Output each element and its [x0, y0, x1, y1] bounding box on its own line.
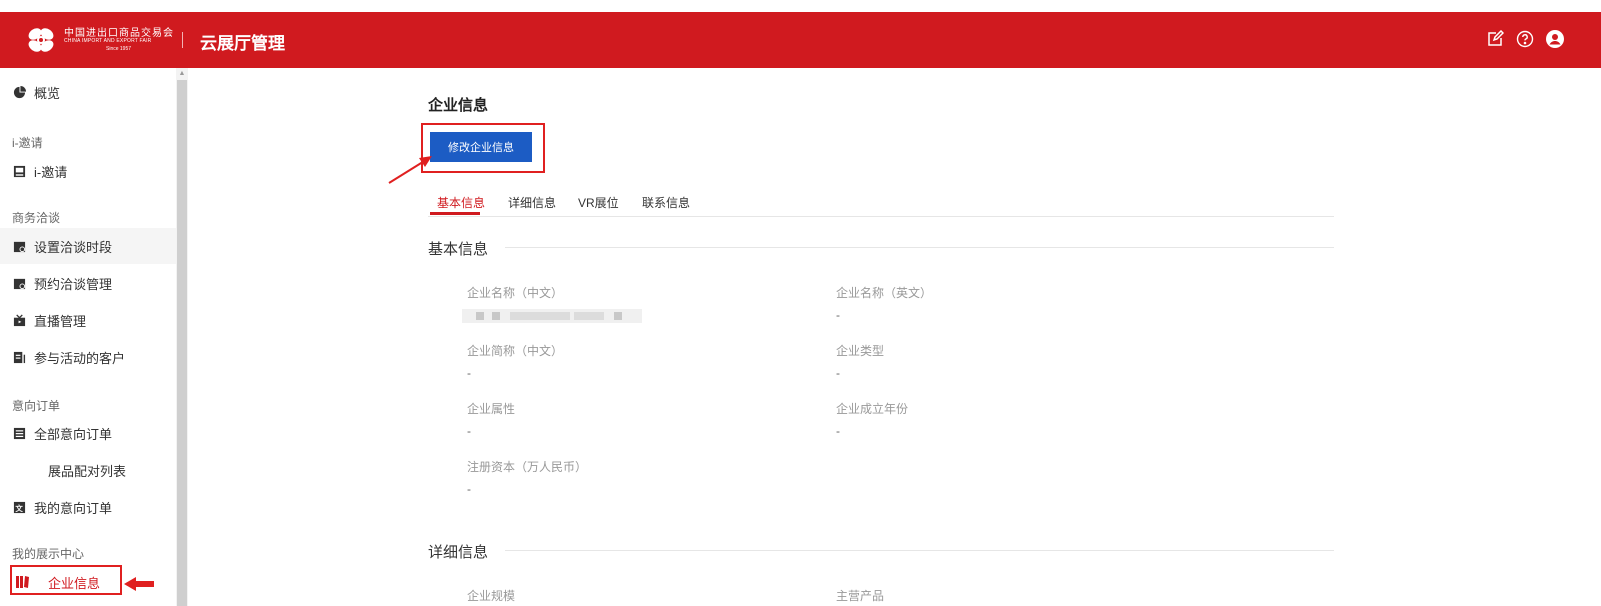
sidebar-item-my-orders[interactable]: 文 我的意向订单 — [0, 489, 176, 525]
active-tab-indicator — [430, 212, 480, 215]
sidebar-item-product-matching[interactable]: 展品配对列表 — [0, 452, 176, 488]
my-order-icon: 文 — [12, 500, 26, 514]
field-label-founded: 企业成立年份 — [836, 402, 909, 416]
user-icon[interactable] — [1544, 28, 1566, 50]
field-label-scale: 企业规模 — [467, 589, 516, 603]
logo-text-en: CHINA IMPORT AND EXPORT FAIR — [64, 38, 152, 44]
sidebar-item-all-orders[interactable]: 全部意向订单 — [0, 415, 176, 451]
tab-basic-info[interactable]: 基本信息 — [437, 194, 485, 211]
group-label-negotiation: 商务洽谈 — [12, 211, 61, 225]
svg-text:文: 文 — [15, 502, 23, 512]
canton-fair-logo-icon[interactable] — [24, 23, 58, 57]
sidebar-item-label: 全部意向订单 — [34, 426, 113, 442]
annotation-arrow-button — [388, 156, 432, 184]
field-label-products: 主营产品 — [836, 589, 885, 603]
sidebar-item-label: 概览 — [34, 85, 61, 101]
order-list-icon — [12, 426, 26, 440]
tab-contact-info[interactable]: 联系信息 — [642, 194, 690, 211]
field-value-type: - — [836, 366, 840, 380]
field-value-capital: - — [467, 482, 471, 496]
sidebar-item-label: 直播管理 — [34, 313, 87, 329]
tab-bar — [428, 190, 1334, 217]
sidebar-item-overview[interactable]: 概览 — [0, 74, 176, 110]
document-list-icon — [12, 350, 26, 364]
section-title-basic: 基本信息 — [428, 241, 489, 258]
sidebar-item-company-info[interactable]: 企业信息 — [10, 565, 122, 595]
section-divider — [505, 550, 1334, 551]
help-icon[interactable] — [1514, 28, 1536, 50]
sidebar-item-label: 企业信息 — [48, 576, 101, 591]
sidebar-item-invite[interactable]: i-邀请 — [0, 153, 176, 189]
sidebar-item-label: 预约洽谈管理 — [34, 276, 113, 292]
tab-vr-booth[interactable]: VR展位 — [578, 194, 619, 211]
section-divider — [505, 247, 1334, 248]
annotation-arrow-sidebar — [124, 577, 154, 591]
group-label-invite: i-邀请 — [12, 136, 43, 150]
sidebar-item-label: 展品配对列表 — [48, 463, 127, 479]
sidebar-item-live-management[interactable]: 直播管理 — [0, 302, 176, 338]
group-label-showcase: 我的展示中心 — [12, 547, 85, 561]
sidebar-scroll-thumb[interactable] — [177, 80, 187, 606]
logo-since: Since 1957 — [106, 46, 132, 52]
top-border — [0, 0, 1601, 12]
field-label-attr: 企业属性 — [467, 402, 516, 416]
company-icon — [16, 574, 30, 588]
page-title: 企业信息 — [428, 97, 489, 114]
tab-detail-info[interactable]: 详细信息 — [508, 194, 556, 211]
header-divider — [182, 32, 183, 48]
sidebar-item-event-customers[interactable]: 参与活动的客户 — [0, 339, 176, 375]
field-label-name-en: 企业名称（英文） — [836, 286, 933, 300]
sidebar-item-set-time-slots[interactable]: 设置洽谈时段 — [0, 228, 176, 264]
sidebar-item-label: 参与活动的客户 — [34, 350, 126, 366]
logo-text-cn: 中国进出口商品交易会 — [64, 28, 174, 39]
field-label-name-cn: 企业名称（中文） — [467, 286, 564, 300]
sidebar-item-booking-management[interactable]: 预约洽谈管理 — [0, 265, 176, 301]
calendar-clock-icon — [12, 239, 26, 253]
invite-card-icon — [12, 164, 26, 178]
field-value-founded: - — [836, 424, 840, 438]
scroll-up-icon[interactable]: ▲ — [178, 70, 186, 78]
section-title-detail: 详细信息 — [428, 544, 489, 561]
field-label-capital: 注册资本（万人民币） — [467, 460, 588, 474]
pie-chart-icon — [12, 85, 26, 99]
top-header: 中国进出口商品交易会 CHINA IMPORT AND EXPORT FAIR … — [0, 0, 1601, 68]
edit-icon[interactable] — [1484, 28, 1506, 50]
sidebar-item-label: 我的意向订单 — [34, 500, 113, 516]
group-label-orders: 意向订单 — [12, 399, 61, 413]
field-value-short-cn: - — [467, 366, 471, 380]
field-label-short-cn: 企业简称（中文） — [467, 344, 564, 358]
field-label-type: 企业类型 — [836, 344, 885, 358]
field-value-attr: - — [467, 424, 471, 438]
sidebar-item-label: 设置洽谈时段 — [34, 239, 113, 255]
sidebar-item-label: i-邀请 — [34, 164, 68, 180]
tv-icon — [12, 313, 26, 327]
blurred-company-name — [462, 309, 642, 323]
sidebar: 概览 i-邀请 i-邀请 商务洽谈 设置洽谈时段 预约洽谈管理 直播管理 参与活… — [0, 68, 176, 606]
field-value-name-en: - — [836, 308, 840, 322]
calendar-check-icon — [12, 276, 26, 290]
app-title: 云展厅管理 — [200, 34, 285, 53]
edit-company-info-button[interactable]: 修改企业信息 — [430, 132, 532, 162]
